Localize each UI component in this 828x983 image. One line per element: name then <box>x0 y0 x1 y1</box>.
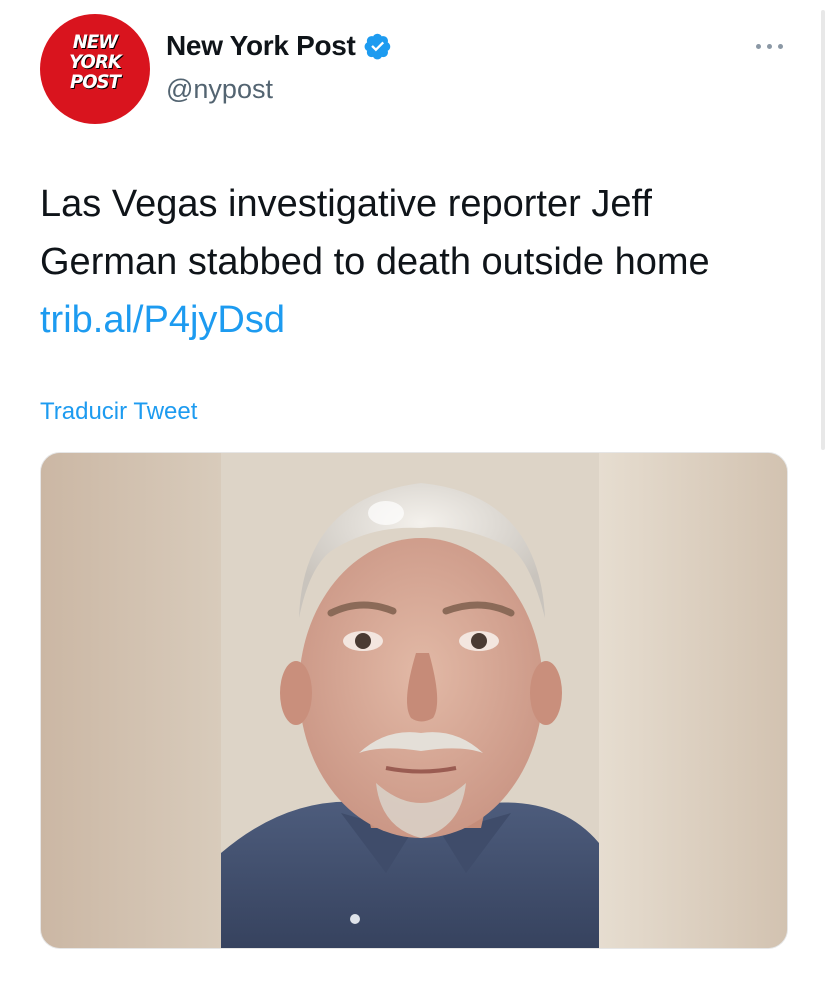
account-name-row[interactable]: New York Post <box>166 30 392 62</box>
portrait-photo-image <box>41 453 787 948</box>
verified-badge-icon <box>364 33 390 60</box>
tweet-link[interactable]: trib.al/P4jyDsd <box>40 299 285 341</box>
scrollbar[interactable] <box>821 10 825 450</box>
avatar[interactable]: NEW YORK POST <box>40 14 150 124</box>
new-york-post-logo: NEW YORK POST <box>69 31 122 93</box>
account-name[interactable]: New York Post <box>166 30 356 62</box>
tweet-text: Las Vegas investigative reporter Jeff Ge… <box>40 175 780 349</box>
tweet-photo[interactable] <box>40 452 788 949</box>
translate-tweet-link[interactable]: Traducir Tweet <box>40 398 197 426</box>
account-handle[interactable]: @nypost <box>166 74 273 105</box>
tweet-body: Las Vegas investigative reporter Jeff Ge… <box>40 183 710 283</box>
more-options-icon[interactable] <box>752 34 788 58</box>
